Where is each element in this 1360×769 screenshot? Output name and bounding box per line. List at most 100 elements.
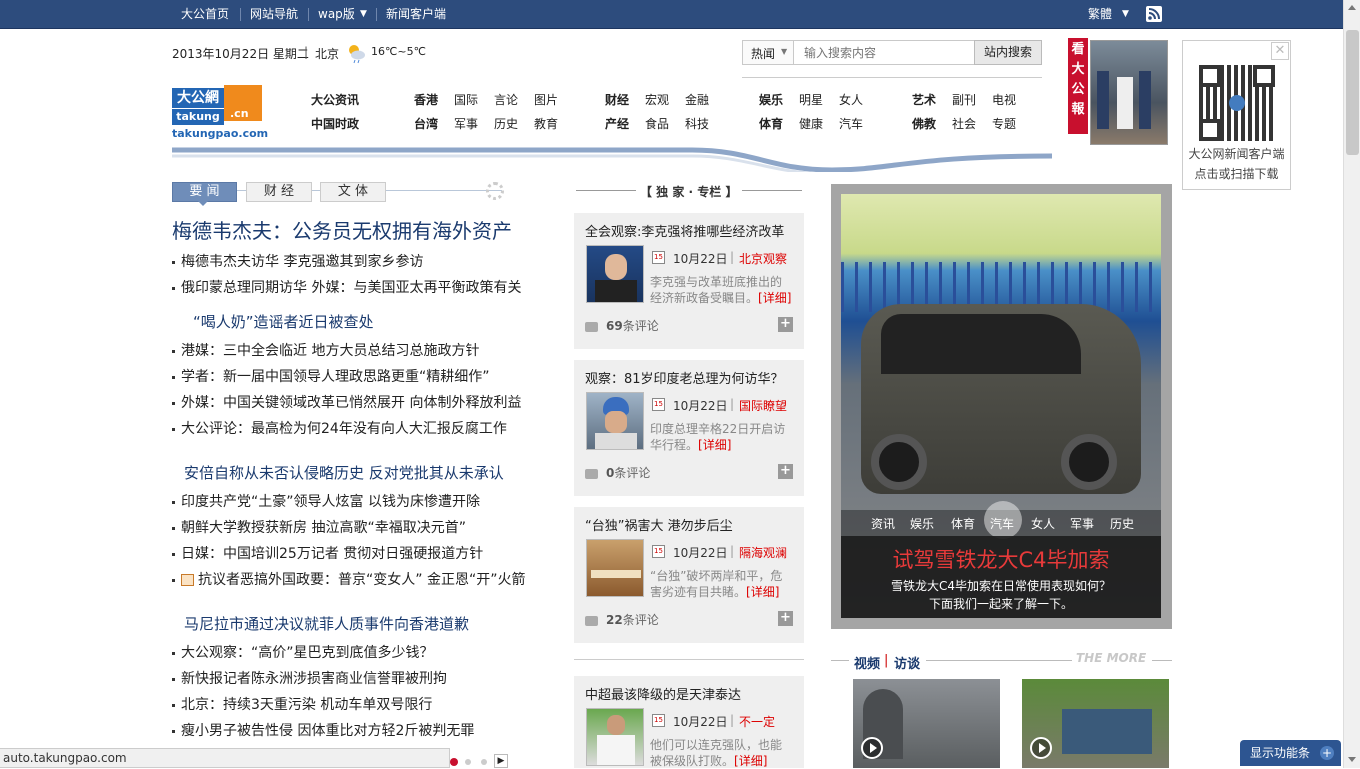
news-item[interactable]: 抗议者恶搞外国政要：普京“变女人” 金正恩“开”火箭 [172, 569, 525, 589]
vertical-scrollbar[interactable] [1343, 0, 1360, 768]
show-feature-bar-button[interactable]: 显示功能条 + [1240, 740, 1341, 766]
sub-headline[interactable]: 马尼拉市通过决议就菲人质事件向香港道歉 [184, 613, 469, 634]
news-item-text[interactable]: 外媒：中国关键领域改革已悄然展开 向体制外释放利益 [181, 395, 521, 411]
card-title[interactable]: 观察：81岁印度老总理为何访华？ [585, 368, 784, 387]
expand-plus-icon[interactable]: + [778, 317, 793, 332]
nav-item[interactable]: 健康 [799, 115, 823, 132]
video-thumbnail[interactable] [853, 679, 1000, 768]
news-item[interactable]: 大公观察：“高价”星巴克到底值多少钱？ [172, 642, 434, 662]
nav-item[interactable]: 国际 [454, 91, 478, 108]
traditional-chinese-toggle[interactable]: 繁體 [1088, 0, 1112, 29]
nav-item[interactable]: 大公资讯 [311, 91, 359, 108]
video-section-link[interactable]: 视频 [854, 653, 880, 672]
news-item[interactable]: 梅德韦杰夫访华 李克强邀其到家乡参访 [172, 251, 423, 271]
nav-item[interactable]: 台湾 [414, 115, 438, 132]
news-item[interactable]: 新快报记者陈永洲涉损害商业信誉罪被刑拘 [172, 668, 447, 688]
news-item[interactable]: 瘦小男子被告性侵 因体重比对方轻2斤被判无罪 [172, 720, 474, 740]
search-input[interactable] [793, 40, 975, 65]
card-source[interactable]: 国际瞭望 [739, 397, 787, 414]
nav-item[interactable]: 明星 [799, 91, 823, 108]
slider-category[interactable]: 体育 [951, 515, 975, 532]
news-item-text[interactable]: 大公观察：“高价”星巴克到底值多少钱？ [181, 645, 434, 661]
news-item[interactable]: 印度共产党“土豪”领导人炫富 以钱为床惨遭开除 [172, 491, 480, 511]
card-more-link[interactable]: [详细] [746, 585, 779, 599]
takungpao-logo[interactable]: 大公網 takung .cn takungpao.com [172, 83, 268, 141]
scroll-down-icon[interactable] [1348, 757, 1356, 762]
pager-dot-active[interactable] [450, 758, 458, 766]
slider-category[interactable]: 资讯 [871, 515, 895, 532]
card-title[interactable]: 全会观察:李克强将推哪些经济改革 [585, 221, 784, 240]
slider-category-active[interactable]: 汽车 [990, 515, 1014, 532]
news-item-text[interactable]: 日媒：中国培训25万记者 贯彻对日强硬报道方针 [181, 546, 483, 562]
nav-item[interactable]: 艺术 [912, 91, 936, 108]
comment-count[interactable]: 22条评论 [585, 611, 659, 628]
nav-item[interactable]: 副刊 [952, 91, 976, 108]
nav-item[interactable]: 军事 [454, 115, 478, 132]
nav-item[interactable]: 图片 [534, 91, 558, 108]
nav-item[interactable]: 产经 [605, 115, 629, 132]
sub-headline[interactable]: “喝人奶”造谣者近日被查处 [193, 311, 374, 332]
wap-dropdown[interactable]: wap版 [318, 0, 355, 29]
slider-category[interactable]: 军事 [1070, 515, 1094, 532]
comment-count[interactable]: 0条评论 [585, 464, 650, 481]
news-item[interactable]: 日媒：中国培训25万记者 贯彻对日强硬报道方针 [172, 543, 483, 563]
card-source[interactable]: 隔海观澜 [739, 544, 787, 561]
feature-slider[interactable]: 资讯 娱乐 体育 汽车 女人 军事 历史 试驾雪铁龙大C4毕加索 雪铁龙大C4毕… [831, 184, 1172, 629]
close-icon[interactable]: ✕ [1271, 42, 1289, 60]
athlete-photo[interactable] [586, 708, 644, 766]
slider-title[interactable]: 试驾雪铁龙大C4毕加索 [841, 544, 1161, 574]
news-item[interactable]: 大公评论：最高检为何24年没有向人大汇报反腐工作 [172, 418, 507, 438]
play-icon[interactable] [1030, 737, 1052, 759]
news-item-text[interactable]: 大公评论：最高检为何24年没有向人大汇报反腐工作 [181, 421, 507, 437]
pager-dot[interactable] [481, 759, 487, 765]
nav-item[interactable]: 食品 [645, 115, 669, 132]
nav-item[interactable]: 汽车 [839, 115, 863, 132]
nav-item[interactable]: 金融 [685, 91, 709, 108]
card-more-link[interactable]: [详细] [758, 291, 791, 305]
news-client-link[interactable]: 新闻客户端 [386, 0, 446, 29]
news-item-text[interactable]: 抗议者恶搞外国政要：普京“变女人” 金正恩“开”火箭 [198, 572, 525, 588]
nav-item[interactable]: 社会 [952, 115, 976, 132]
search-type-select[interactable]: 热闻 ▼ [742, 40, 794, 65]
column-card[interactable]: 观察：81岁印度老总理为何访华？ 15 10月22日 | 国际瞭望 印度总理辛格… [574, 360, 804, 496]
nav-item[interactable]: 体育 [759, 115, 783, 132]
news-item-text[interactable]: 港媒：三中全会临近 地方大员总结习总施政方针 [181, 343, 479, 359]
nav-item[interactable]: 中国时政 [311, 115, 359, 132]
next-arrow-icon[interactable]: ▶ [494, 754, 508, 768]
tab-culture-sports[interactable]: 文 体 [320, 182, 386, 202]
author-photo[interactable] [586, 392, 644, 450]
card-more-link[interactable]: [详细] [698, 438, 731, 452]
nav-item[interactable]: 专题 [992, 115, 1016, 132]
column-card[interactable]: 全会观察:李克强将推哪些经济改革 15 10月22日 | 北京观察 李克强与改革… [574, 213, 804, 349]
slider-category[interactable]: 女人 [1031, 515, 1055, 532]
nav-item[interactable]: 言论 [494, 91, 518, 108]
slider-category[interactable]: 娱乐 [910, 515, 934, 532]
expand-plus-icon[interactable]: + [778, 464, 793, 479]
scroll-up-icon[interactable] [1348, 5, 1356, 10]
nav-item[interactable]: 电视 [992, 91, 1016, 108]
sub-headline[interactable]: 安倍自称从未否认侵略历史 反对党批其从未承认 [184, 462, 504, 483]
news-item[interactable]: 港媒：三中全会临近 地方大员总结习总施政方针 [172, 340, 479, 360]
home-link[interactable]: 大公首页 [181, 0, 229, 29]
video-thumbnail[interactable] [1022, 679, 1169, 768]
qr-download-widget[interactable]: ✕ 大公网新闻客户端 点击或扫描下载 [1182, 40, 1291, 190]
nav-item[interactable]: 娱乐 [759, 91, 783, 108]
nav-item[interactable]: 宏观 [645, 91, 669, 108]
news-item[interactable]: 学者：新一届中国领导人理政思路更重“精耕细作” [172, 366, 490, 386]
news-item-text[interactable]: 瘦小男子被告性侵 因体重比对方轻2斤被判无罪 [181, 723, 474, 739]
nav-item[interactable]: 教育 [534, 115, 558, 132]
news-item[interactable]: 俄印蒙总理同期访华 外媒：与美国亚太再平衡政策有关 [172, 277, 521, 297]
card-source[interactable]: 不一定 [739, 713, 775, 730]
expand-plus-icon[interactable]: + [778, 611, 793, 626]
column-card[interactable]: “台独”祸害大 港勿步后尘 15 10月22日 | 隔海观澜 “台独”破坏两岸和… [574, 507, 804, 643]
site-nav-link[interactable]: 网站导航 [250, 0, 298, 29]
card-title[interactable]: “台独”祸害大 港勿步后尘 [585, 515, 733, 534]
scrollbar-thumb[interactable] [1346, 30, 1359, 155]
nav-item[interactable]: 科技 [685, 115, 709, 132]
more-link[interactable]: THE MORE [1076, 651, 1146, 665]
slider-category[interactable]: 历史 [1110, 515, 1134, 532]
news-item-text[interactable]: 印度共产党“土豪”领导人炫富 以钱为床惨遭开除 [181, 494, 480, 510]
nav-item[interactable]: 财经 [605, 91, 629, 108]
card-source[interactable]: 北京观察 [739, 250, 787, 267]
play-icon[interactable] [861, 737, 883, 759]
